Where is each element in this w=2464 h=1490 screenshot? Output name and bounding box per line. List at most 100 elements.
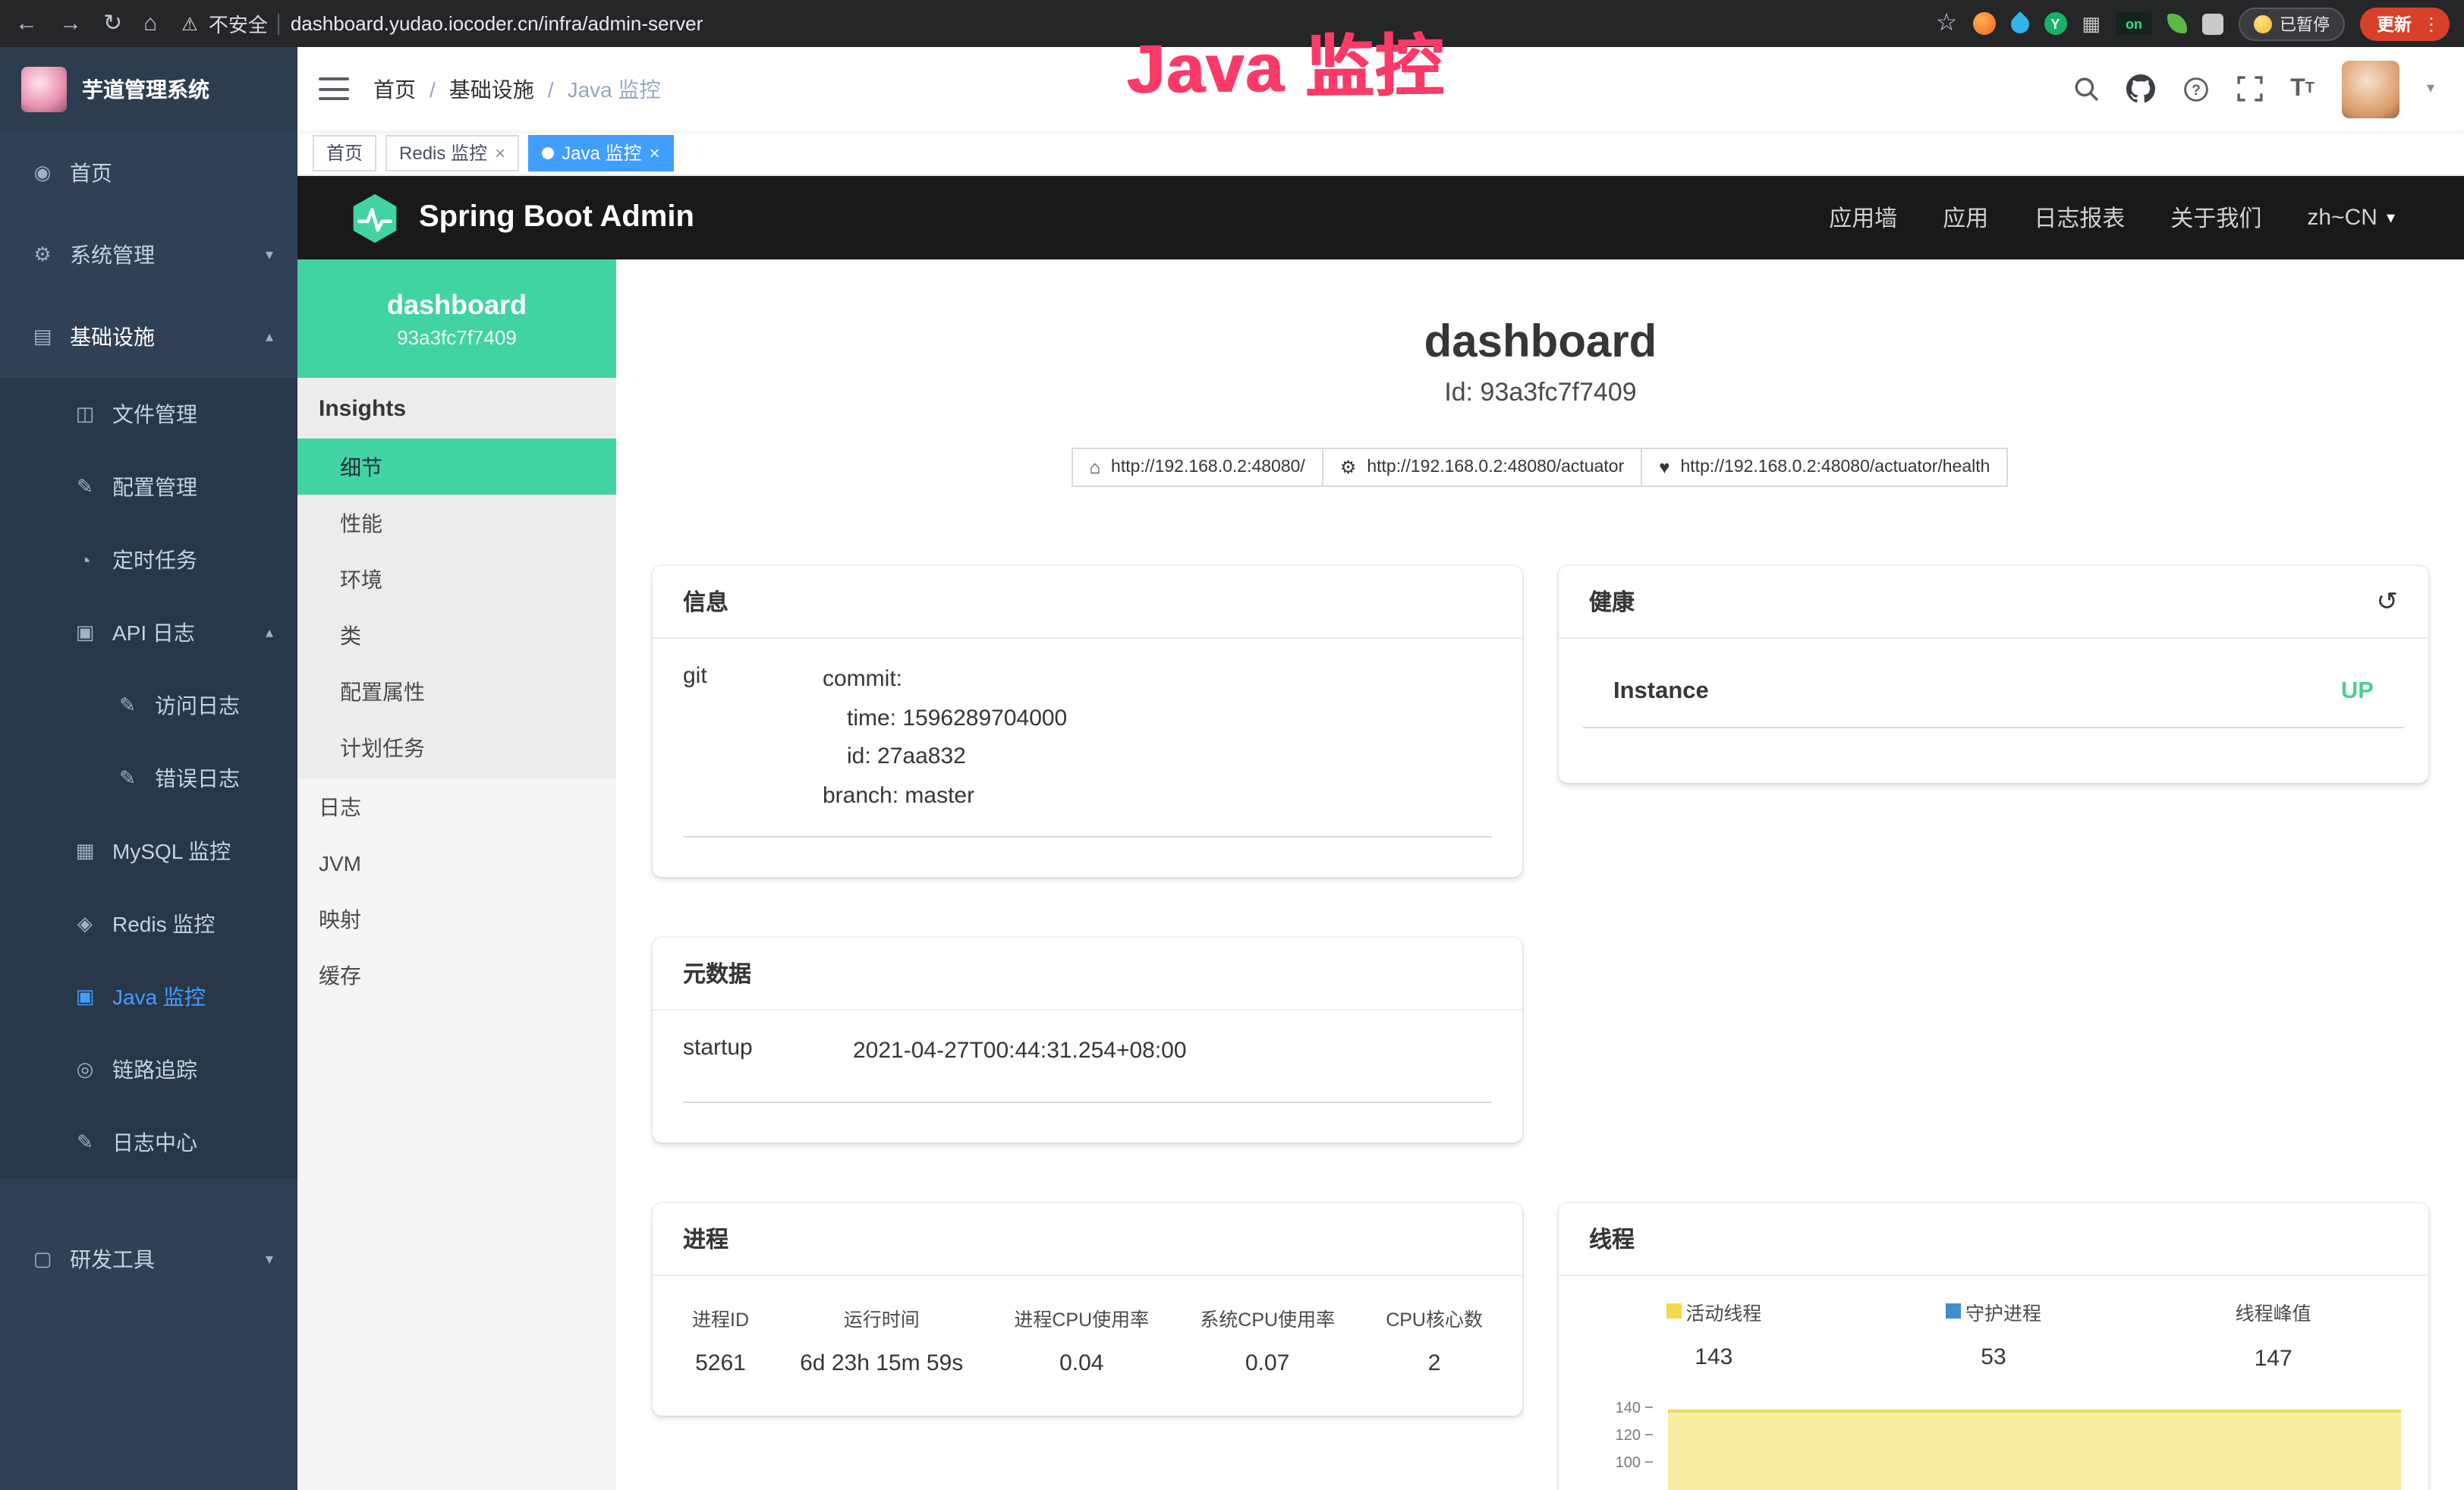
health-instance-row[interactable]: Instance UP [1583, 666, 2404, 728]
log-center-icon: ✎ [73, 1130, 97, 1155]
sba-menu-item-jvm[interactable]: JVM [297, 835, 616, 891]
sidebar-item-redis-monitor[interactable]: ◈ Redis 监控 [0, 888, 297, 960]
blue-legend-swatch-icon [1946, 1303, 1961, 1319]
green-extension-icon[interactable]: Y [2044, 12, 2066, 35]
bookmark-star-icon[interactable]: ☆ [1936, 11, 1958, 36]
sidebar-item-home[interactable]: ◉ 首页 [0, 132, 297, 214]
font-size-icon[interactable]: TT [2290, 75, 2315, 102]
sidebar-item-label: API 日志 [112, 618, 195, 648]
history-icon[interactable]: ↺ [2377, 589, 2399, 615]
service-url-link[interactable]: ⌂ http://192.168.0.2:48080/ [1072, 448, 1323, 487]
browser-right-controls: ☆ Y ▦ on 已暂停 更新 ⋮ [1936, 7, 2450, 40]
sba-menu-item-environment[interactable]: 环境 [297, 551, 616, 607]
spring-boot-admin-logo-icon[interactable] [349, 192, 401, 244]
sidebar-item-label: 日志中心 [112, 1127, 197, 1158]
user-avatar[interactable] [2342, 60, 2399, 118]
sidebar-item-dev-tools[interactable]: ▢ 研发工具 ▾ [0, 1218, 297, 1300]
sba-nav-about[interactable]: 关于我们 [2170, 202, 2261, 234]
security-label[interactable]: 不安全 [209, 9, 268, 38]
sba-menu-item-config-props[interactable]: 配置属性 [297, 663, 616, 719]
breadcrumb-infra[interactable]: 基础设施 [449, 74, 534, 104]
sba-menu-item-mappings[interactable]: 映射 [297, 891, 616, 947]
sidebar-item-cron-job[interactable]: ◔ 定时任务 [0, 523, 297, 596]
update-button[interactable]: 更新 ⋮ [2360, 7, 2450, 40]
sba-language-select[interactable]: zh~CN ▾ [2307, 205, 2395, 231]
access-log-icon: ✎ [115, 693, 140, 718]
sba-menu-item-metrics[interactable]: 性能 [297, 495, 616, 551]
actuator-url-link[interactable]: ⚙ http://192.168.0.2:48080/actuator [1322, 448, 1642, 487]
sba-menu-section-insights[interactable]: Insights [297, 378, 616, 439]
wrench-icon: ⚙ [1340, 457, 1357, 478]
sba-menu-item-details[interactable]: 细节 [297, 439, 616, 495]
close-icon[interactable]: × [495, 142, 505, 163]
on-badge-extension-icon[interactable]: on [2116, 12, 2152, 35]
browser-toolbar: ← → ↻ ⌂ ⚠ 不安全 dashboard.yudao.iocoder.cn… [0, 0, 2464, 47]
tag-home[interactable]: 首页 [313, 134, 376, 171]
close-icon[interactable]: × [649, 142, 659, 163]
drop-extension-icon[interactable] [2006, 11, 2032, 36]
paused-badge[interactable]: 已暂停 [2239, 7, 2345, 40]
breadcrumb-separator: / [548, 77, 554, 101]
forward-icon[interactable]: → [59, 12, 82, 35]
sidebar-item-label: Java 监控 [112, 982, 206, 1012]
leaf-extension-icon[interactable] [2167, 14, 2187, 33]
sidebar-item-java-monitor[interactable]: ▣ Java 监控 [0, 960, 297, 1033]
sidebar-item-label: 访问日志 [155, 690, 240, 721]
orange-extension-icon[interactable] [1972, 12, 1995, 35]
screen: Java 监控 ← → ↻ ⌂ ⚠ 不安全 dashboard.yudao.io… [0, 0, 2464, 1490]
health-url-link[interactable]: ♥ http://192.168.0.2:48080/actuator/heal… [1641, 448, 2008, 487]
sba-nav-wallboard[interactable]: 应用墙 [1829, 202, 1897, 234]
app-logo-row[interactable]: 芋道管理系统 [0, 47, 297, 132]
sba-nav-applications[interactable]: 应用 [1943, 202, 1988, 234]
sidebar-item-system[interactable]: ⚙ 系统管理 ▾ [0, 214, 297, 296]
update-label: 更新 [2377, 11, 2412, 36]
sba-nav-journal[interactable]: 日志报表 [2034, 202, 2125, 234]
breadcrumb-home[interactable]: 首页 [373, 74, 416, 104]
address-bar[interactable]: ⚠ 不安全 dashboard.yudao.iocoder.cn/infra/a… [172, 9, 1920, 38]
sidebar-item-label: 文件管理 [112, 399, 197, 429]
sidebar-item-label: 系统管理 [70, 240, 155, 270]
sba-brand-title[interactable]: Spring Boot Admin [419, 200, 694, 235]
reload-icon[interactable]: ↻ [103, 12, 122, 35]
sidebar-item-tracing[interactable]: ◎ 链路追踪 [0, 1033, 297, 1106]
sidebar-item-config-manage[interactable]: ✎ 配置管理 [0, 451, 297, 523]
puzzle-extensions-icon[interactable] [2202, 13, 2223, 34]
avatar-caret-icon[interactable]: ▾ [2427, 80, 2434, 97]
github-icon[interactable] [2126, 74, 2155, 103]
sidebar-item-label: 首页 [70, 158, 112, 188]
tag-redis-monitor[interactable]: Redis 监控 × [385, 134, 519, 171]
grid-extension-icon[interactable]: ▦ [2082, 11, 2101, 36]
metadata-card-title: 元数据 [653, 938, 1522, 1011]
chevron-up-icon: ▴ [266, 624, 273, 641]
url-text[interactable]: dashboard.yudao.iocoder.cn/infra/admin-s… [291, 12, 703, 35]
browser-menu-icon[interactable]: ⋮ [2422, 13, 2440, 34]
sidebar-item-access-log[interactable]: ✎ 访问日志 [0, 669, 297, 742]
sidebar-item-mysql-monitor[interactable]: ▦ MySQL 监控 [0, 815, 297, 888]
tag-label: Redis 监控 [399, 140, 487, 165]
sba-menu-item-scheduled-tasks[interactable]: 计划任务 [297, 719, 616, 775]
tag-java-monitor[interactable]: Java 监控 × [528, 134, 673, 171]
browser-home-icon[interactable]: ⌂ [143, 12, 157, 35]
search-icon[interactable] [2073, 76, 2099, 102]
metadata-card: 元数据 startup 2021-04-27T00:44:31.254+08:0… [653, 938, 1522, 1142]
sidebar-item-api-log[interactable]: ▣ API 日志 ▴ [0, 596, 297, 669]
hamburger-icon[interactable] [319, 77, 349, 100]
sidebar-item-file-manage[interactable]: ◫ 文件管理 [0, 378, 297, 451]
back-icon[interactable]: ← [15, 12, 38, 35]
sidebar-item-error-log[interactable]: ✎ 错误日志 [0, 742, 297, 815]
yellow-legend-swatch-icon [1666, 1303, 1681, 1319]
sba-menu-item-classes[interactable]: 类 [297, 607, 616, 663]
sba-menu-item-caches[interactable]: 缓存 [297, 947, 616, 1003]
sidebar-item-label: 定时任务 [112, 545, 197, 575]
sidebar-item-log-center[interactable]: ✎ 日志中心 [0, 1106, 297, 1179]
breadcrumb-current: Java 监控 [568, 74, 661, 104]
sleep-emoji-icon [2254, 14, 2272, 33]
instance-header[interactable]: dashboard 93a3fc7f7409 [297, 259, 616, 378]
app-logo [21, 67, 67, 112]
tag-label: Java 监控 [562, 140, 641, 165]
sidebar-item-infra[interactable]: ▤ 基础设施 ▴ [0, 296, 297, 378]
help-icon[interactable]: ? [2182, 75, 2210, 102]
fullscreen-icon[interactable] [2237, 76, 2263, 102]
sba-menu-item-logs[interactable]: 日志 [297, 778, 616, 835]
chevron-down-icon: ▾ [266, 247, 273, 263]
